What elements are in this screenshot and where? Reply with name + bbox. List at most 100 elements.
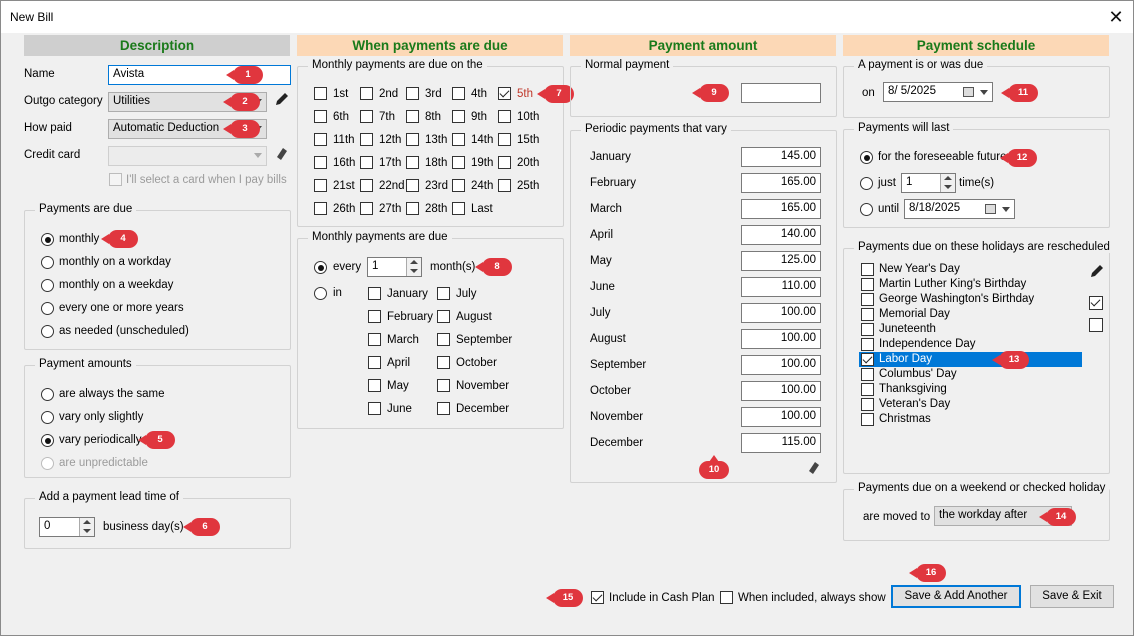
pencil-edit-icon[interactable] — [1088, 263, 1105, 280]
month-checkbox-april[interactable] — [368, 356, 381, 369]
chevron-down-icon[interactable] — [980, 90, 988, 95]
day-checkbox-8th[interactable] — [406, 110, 419, 123]
day-checkbox-23rd[interactable] — [406, 179, 419, 192]
radio-in[interactable] — [314, 287, 327, 300]
holiday-checkbox[interactable] — [861, 338, 874, 351]
day-checkbox-12th[interactable] — [360, 133, 373, 146]
month-checkbox-december[interactable] — [437, 402, 450, 415]
radio-just[interactable] — [860, 177, 873, 190]
day-checkbox-22nd[interactable] — [360, 179, 373, 192]
day-checkbox-21st[interactable] — [314, 179, 327, 192]
day-checkbox-5th[interactable] — [498, 87, 511, 100]
holiday-checkbox[interactable] — [861, 353, 874, 366]
month-checkbox-october[interactable] — [437, 356, 450, 369]
month-checkbox-january[interactable] — [368, 287, 381, 300]
radio-always-same[interactable] — [41, 388, 54, 401]
day-checkbox-18th[interactable] — [406, 156, 419, 169]
day-checkbox-10th[interactable] — [498, 110, 511, 123]
day-checkbox-14th[interactable] — [452, 133, 465, 146]
pencil-edit-icon[interactable] — [273, 91, 290, 108]
select-card-later-checkbox[interactable] — [109, 173, 122, 186]
spinner-arrows-icon[interactable] — [940, 174, 955, 192]
holiday-checkbox[interactable] — [861, 383, 874, 396]
month-checkbox-june[interactable] — [368, 402, 381, 415]
lead-time-stepper[interactable]: 0 — [39, 517, 95, 537]
day-checkbox-7th[interactable] — [360, 110, 373, 123]
radio-foreseeable[interactable] — [860, 151, 873, 164]
name-field[interactable]: Avista — [108, 65, 291, 85]
holiday-checkbox[interactable] — [861, 278, 874, 291]
day-checkbox-28th[interactable] — [406, 202, 419, 215]
periodic-amount-field[interactable]: 100.00 — [741, 381, 821, 401]
calendar-icon[interactable] — [985, 204, 996, 214]
holiday-checkbox[interactable] — [861, 398, 874, 411]
eraser-icon[interactable] — [805, 459, 821, 475]
holiday-checkbox[interactable] — [861, 413, 874, 426]
periodic-amount-field[interactable]: 140.00 — [741, 225, 821, 245]
times-stepper[interactable]: 1 — [901, 173, 956, 193]
periodic-amount-field[interactable]: 165.00 — [741, 173, 821, 193]
every-months-stepper[interactable]: 1 — [367, 257, 422, 277]
day-checkbox-27th[interactable] — [360, 202, 373, 215]
day-checkbox-19th[interactable] — [452, 156, 465, 169]
day-checkbox-25th[interactable] — [498, 179, 511, 192]
day-checkbox-11th[interactable] — [314, 133, 327, 146]
check-all-icon[interactable] — [1089, 296, 1103, 310]
periodic-amount-field[interactable]: 100.00 — [741, 407, 821, 427]
day-checkbox-6th[interactable] — [314, 110, 327, 123]
close-icon[interactable]: ✕ — [1102, 4, 1130, 30]
periodic-amount-field[interactable]: 110.00 — [741, 277, 821, 297]
day-checkbox-15th[interactable] — [498, 133, 511, 146]
always-show-checkbox[interactable] — [720, 591, 733, 604]
periodic-amount-field[interactable]: 115.00 — [741, 433, 821, 453]
calendar-icon[interactable] — [963, 87, 974, 97]
day-checkbox-9th[interactable] — [452, 110, 465, 123]
month-checkbox-august[interactable] — [437, 310, 450, 323]
month-checkbox-may[interactable] — [368, 379, 381, 392]
radio-yearly[interactable] — [41, 302, 54, 315]
holiday-checkbox[interactable] — [861, 368, 874, 381]
radio-vary-slightly[interactable] — [41, 411, 54, 424]
chevron-down-icon[interactable] — [1002, 207, 1010, 212]
save-exit-button[interactable]: Save & Exit — [1030, 585, 1114, 608]
month-checkbox-september[interactable] — [437, 333, 450, 346]
radio-monthly-workday[interactable] — [41, 256, 54, 269]
credit-card-select[interactable] — [108, 146, 267, 166]
radio-every[interactable] — [314, 261, 327, 274]
holiday-checkbox[interactable] — [861, 293, 874, 306]
holiday-checkbox[interactable] — [861, 263, 874, 276]
include-cash-plan-checkbox[interactable] — [591, 591, 604, 604]
month-checkbox-july[interactable] — [437, 287, 450, 300]
uncheck-all-icon[interactable] — [1089, 318, 1103, 332]
month-checkbox-march[interactable] — [368, 333, 381, 346]
day-checkbox-2nd[interactable] — [360, 87, 373, 100]
day-checkbox-24th[interactable] — [452, 179, 465, 192]
month-checkbox-february[interactable] — [368, 310, 381, 323]
month-checkbox-november[interactable] — [437, 379, 450, 392]
day-checkbox-26th[interactable] — [314, 202, 327, 215]
save-add-another-button[interactable]: Save & Add Another — [891, 585, 1021, 608]
periodic-amount-field[interactable]: 125.00 — [741, 251, 821, 271]
day-checkbox-20th[interactable] — [498, 156, 511, 169]
spinner-arrows-icon[interactable] — [79, 518, 94, 536]
day-checkbox-4th[interactable] — [452, 87, 465, 100]
periodic-amount-field[interactable]: 100.00 — [741, 355, 821, 375]
radio-monthly-weekday[interactable] — [41, 279, 54, 292]
day-checkbox-13th[interactable] — [406, 133, 419, 146]
day-checkbox-Last[interactable] — [452, 202, 465, 215]
eraser-icon[interactable] — [273, 145, 289, 161]
day-checkbox-16th[interactable] — [314, 156, 327, 169]
periodic-amount-field[interactable]: 100.00 — [741, 329, 821, 349]
holiday-checkbox[interactable] — [861, 323, 874, 336]
radio-monthly[interactable] — [41, 233, 54, 246]
spinner-arrows-icon[interactable] — [406, 258, 421, 276]
due-date-picker[interactable]: 8/ 5/2025 — [883, 82, 993, 102]
periodic-amount-field[interactable]: 165.00 — [741, 199, 821, 219]
periodic-amount-field[interactable]: 145.00 — [741, 147, 821, 167]
until-date-picker[interactable]: 8/18/2025 — [904, 199, 1015, 219]
radio-until[interactable] — [860, 203, 873, 216]
radio-unpredictable[interactable] — [41, 457, 54, 470]
day-checkbox-3rd[interactable] — [406, 87, 419, 100]
normal-payment-field[interactable] — [741, 83, 821, 103]
radio-vary-periodically[interactable] — [41, 434, 54, 447]
